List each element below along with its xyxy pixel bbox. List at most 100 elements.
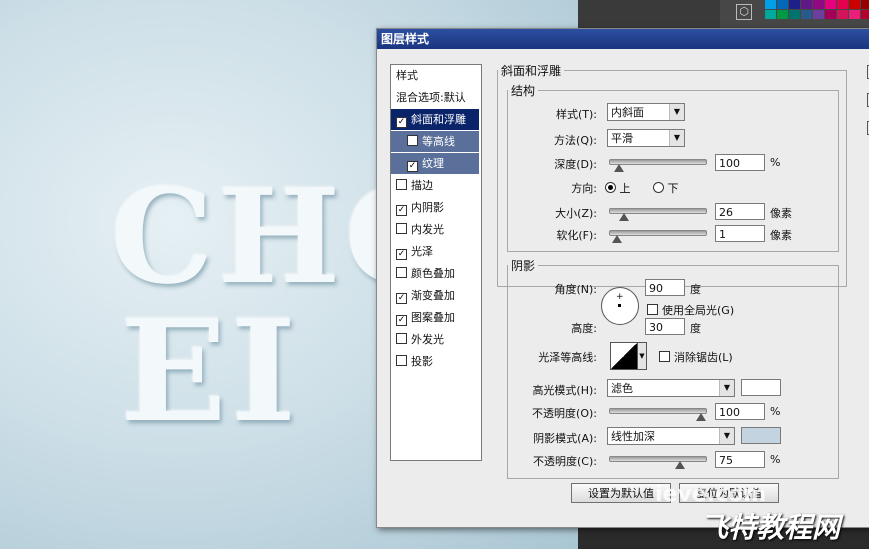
global-light-label: 使用全局光(G) <box>662 304 735 317</box>
dialog-title[interactable]: 图层样式 <box>377 29 869 49</box>
style-item[interactable]: 内发光 <box>391 219 479 240</box>
style-item-label: 外发光 <box>411 333 444 346</box>
style-item[interactable]: ✓ 光泽 <box>391 241 479 262</box>
swatch-cell[interactable] <box>825 10 836 19</box>
style-item[interactable]: ✓ 内阴影 <box>391 197 479 218</box>
bevel-title: 斜面和浮雕 <box>501 64 562 78</box>
swatch-cell[interactable] <box>837 10 848 19</box>
shadow-mode-label: 阴影模式(A): <box>533 432 597 445</box>
swatch-cell[interactable] <box>837 0 848 9</box>
style-item[interactable]: 描边 <box>391 175 479 196</box>
highlight-color-swatch[interactable] <box>741 379 781 396</box>
swatch-cell[interactable] <box>777 0 788 9</box>
style-item-label: 投影 <box>411 355 433 368</box>
style-item[interactable]: 外发光 <box>391 329 479 350</box>
angle-dot <box>618 304 621 307</box>
global-light-option[interactable]: 使用全局光(G) <box>647 302 734 318</box>
style-item-checkbox[interactable] <box>396 179 407 190</box>
gloss-contour-preview[interactable] <box>610 342 638 370</box>
global-light-checkbox[interactable] <box>647 304 658 315</box>
swatch-cell[interactable] <box>801 0 812 9</box>
style-item[interactable]: ✓ 斜面和浮雕 <box>391 109 479 130</box>
swatch-cell[interactable] <box>765 0 776 9</box>
chevron-down-icon[interactable]: ▼ <box>637 342 647 370</box>
depth-label: 深度(D): <box>554 158 597 171</box>
blend-options-item[interactable]: 混合选项:默认 <box>391 87 484 108</box>
styles-header[interactable]: 样式 <box>391 65 484 86</box>
direction-down-option[interactable]: 下 <box>653 180 679 196</box>
style-item-checkbox[interactable] <box>396 267 407 278</box>
size-slider-thumb[interactable] <box>618 213 629 221</box>
style-item-checkbox[interactable]: ✓ <box>396 249 407 260</box>
style-item-checkbox[interactable] <box>407 135 418 146</box>
style-item-label: 纹理 <box>422 157 444 170</box>
style-item[interactable]: ✓ 渐变叠加 <box>391 285 479 306</box>
soften-slider[interactable] <box>609 230 707 243</box>
swatch-cell[interactable] <box>861 0 869 9</box>
structure-title: 结构 <box>511 84 536 98</box>
shadow-opacity-input[interactable]: 75 <box>715 451 765 468</box>
soften-slider-thumb[interactable] <box>611 235 622 243</box>
swatch-cell[interactable] <box>789 10 800 19</box>
swatch-cell[interactable] <box>849 10 860 19</box>
direction-down-radio[interactable] <box>653 182 664 193</box>
anti-alias-option[interactable]: 消除锯齿(L) <box>659 349 733 365</box>
soften-input[interactable]: 1 <box>715 225 765 242</box>
size-input[interactable]: 26 <box>715 203 765 220</box>
style-item[interactable]: ✓ 纹理 <box>391 153 479 174</box>
gloss-contour-label: 光泽等高线: <box>538 351 597 364</box>
swatch-cell[interactable] <box>813 0 824 9</box>
anti-alias-checkbox[interactable] <box>659 351 670 362</box>
highlight-opacity-label: 不透明度(O): <box>532 407 597 420</box>
direction-up-option[interactable]: 上 <box>605 180 631 196</box>
style-item-checkbox[interactable]: ✓ <box>396 293 407 304</box>
style-item-checkbox[interactable]: ✓ <box>407 161 418 172</box>
style-item-label: 颜色叠加 <box>411 267 455 280</box>
cube-icon[interactable]: ⬡ <box>736 4 752 20</box>
style-item[interactable]: 颜色叠加 <box>391 263 479 284</box>
shadow-mode-select[interactable]: 线性加深 ▼ <box>607 427 735 445</box>
shadow-opacity-slider[interactable] <box>609 456 707 469</box>
depth-input[interactable]: 100 <box>715 154 765 171</box>
style-item-label: 光泽 <box>411 245 433 258</box>
shadow-opacity-thumb[interactable] <box>674 461 685 469</box>
swatch-cell[interactable] <box>861 10 869 19</box>
swatch-cell[interactable] <box>789 0 800 9</box>
styles-list: 样式 混合选项:默认 ✓ 斜面和浮雕 等高线 ✓ 纹理描边 ✓ 内阴影 内发光 ✓ 光泽颜色叠加 ✓… <box>390 64 482 461</box>
shading-title: 阴影 <box>511 259 536 273</box>
angle-dial[interactable]: + <box>601 287 639 325</box>
style-item[interactable]: 投影 <box>391 351 479 372</box>
style-item-checkbox[interactable]: ✓ <box>396 117 407 128</box>
direction-up-label: 上 <box>619 182 631 195</box>
altitude-unit: 度 <box>690 322 701 335</box>
color-swatches[interactable] <box>765 0 869 28</box>
swatch-cell[interactable] <box>825 0 836 9</box>
style-item[interactable]: ✓ 图案叠加 <box>391 307 479 328</box>
direction-up-radio[interactable] <box>605 182 616 193</box>
highlight-opacity-input[interactable]: 100 <box>715 403 765 420</box>
shadow-color-swatch[interactable] <box>741 427 781 444</box>
style-item-checkbox[interactable] <box>396 333 407 344</box>
style-item[interactable]: 等高线 <box>391 131 479 152</box>
style-item-checkbox[interactable] <box>396 223 407 234</box>
highlight-mode-select[interactable]: 滤色 ▼ <box>607 379 735 397</box>
swatch-cell[interactable] <box>765 10 776 19</box>
depth-slider[interactable] <box>609 159 707 172</box>
angle-input[interactable]: 90 <box>645 279 685 296</box>
swatch-cell[interactable] <box>849 0 860 9</box>
style-item-checkbox[interactable]: ✓ <box>396 315 407 326</box>
highlight-opacity-slider[interactable] <box>609 408 707 421</box>
technique-select[interactable]: 平滑 ▼ <box>607 129 685 147</box>
style-select-value: 内斜面 <box>611 106 644 119</box>
highlight-opacity-thumb[interactable] <box>696 413 706 421</box>
angle-unit: 度 <box>690 283 701 296</box>
swatch-cell[interactable] <box>813 10 824 19</box>
style-item-checkbox[interactable]: ✓ <box>396 205 407 216</box>
size-slider[interactable] <box>609 208 707 221</box>
swatch-cell[interactable] <box>801 10 812 19</box>
depth-slider-thumb[interactable] <box>614 164 625 172</box>
style-select[interactable]: 内斜面 ▼ <box>607 103 685 121</box>
swatch-cell[interactable] <box>777 10 788 19</box>
altitude-input[interactable]: 30 <box>645 318 685 335</box>
style-item-checkbox[interactable] <box>396 355 407 366</box>
